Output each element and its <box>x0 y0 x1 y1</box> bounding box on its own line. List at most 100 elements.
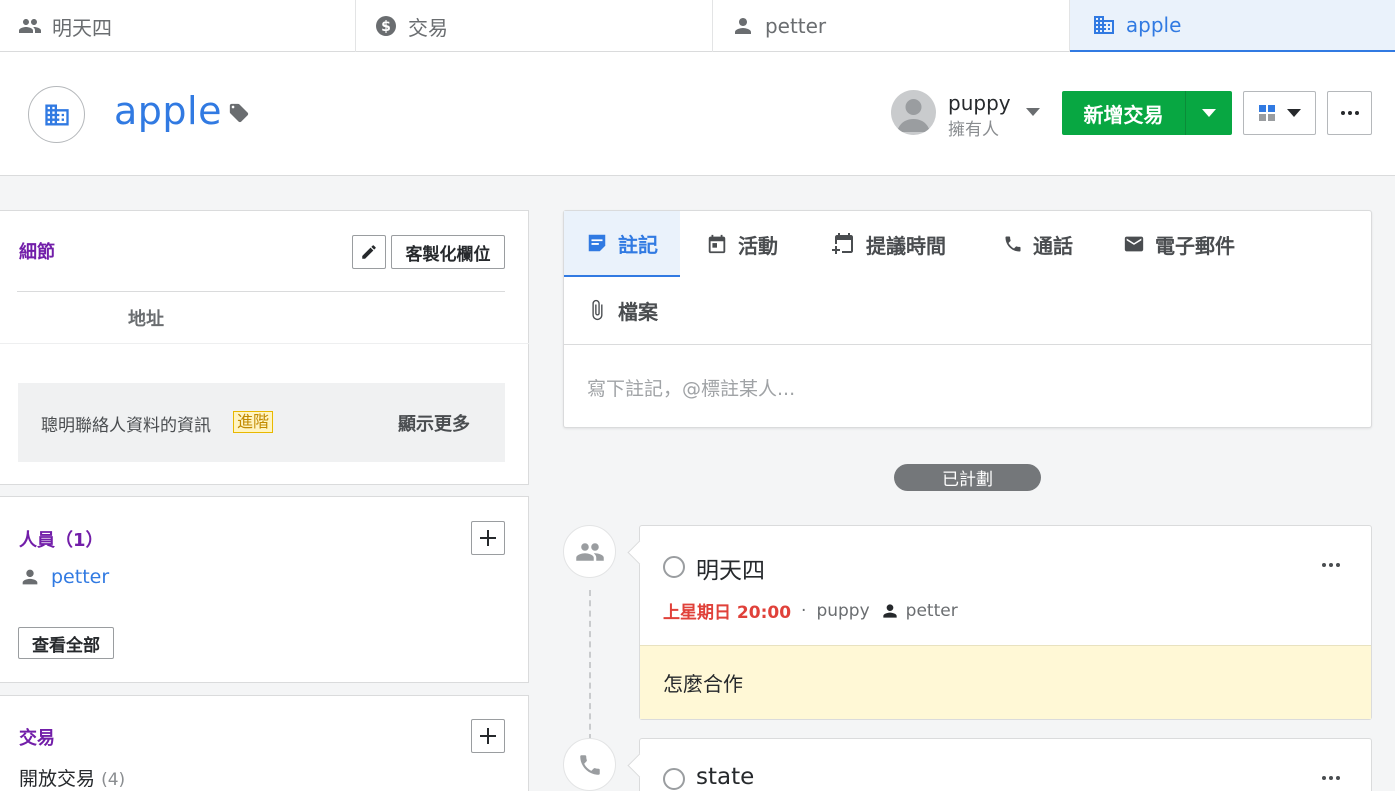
tab-label: petter <box>764 14 827 38</box>
meeting-icon <box>563 525 616 578</box>
owner-name[interactable]: puppy <box>948 91 1011 115</box>
view-switch-button[interactable] <box>1243 91 1316 135</box>
add-deal-split-button: 新增交易 <box>1062 91 1232 135</box>
activity-note[interactable]: 怎麼合作 <box>640 645 1371 719</box>
grid-view-icon <box>1258 105 1275 121</box>
people-icon <box>19 19 41 33</box>
organization-avatar <box>28 86 85 143</box>
tab-activity[interactable]: 活動 <box>706 211 778 277</box>
add-deal-dropdown-button[interactable] <box>1186 91 1232 135</box>
plus-icon <box>480 530 496 546</box>
activity-title[interactable]: state <box>696 764 754 790</box>
building-icon <box>1093 16 1114 34</box>
tab-label: apple <box>1125 13 1182 37</box>
tab-propose-time[interactable]: 提議時間 <box>830 211 946 277</box>
mark-done-checkbox[interactable] <box>663 768 685 790</box>
customize-fields-button[interactable]: 客製化欄位 <box>391 235 505 269</box>
advanced-badge: 進階 <box>233 411 274 433</box>
pencil-icon <box>362 245 376 259</box>
dollar-icon: $ <box>375 16 396 36</box>
chevron-down-icon[interactable] <box>1026 108 1040 116</box>
tab-label: 明天四 <box>52 15 112 40</box>
note-icon <box>588 234 606 252</box>
tab-label: 檔案 <box>618 299 658 324</box>
person-icon <box>734 18 751 34</box>
smart-contact-data-text: 聰明聯絡人資料的資訊 <box>41 416 211 436</box>
details-title[interactable]: 細節 <box>19 238 55 264</box>
more-actions-button[interactable] <box>1327 91 1372 135</box>
building-icon <box>44 104 69 125</box>
activity-card: state <box>639 738 1372 791</box>
tab-label: 註記 <box>618 232 658 257</box>
add-person-button[interactable] <box>471 521 505 555</box>
tab-deal[interactable]: $ 交易 <box>356 0 713 52</box>
owner-role: 擁有人 <box>948 120 999 140</box>
activity-meta: 上星期日 20:00 · puppy petter <box>663 598 958 624</box>
separator-dot: · <box>801 600 807 621</box>
activity-person-name: petter <box>905 600 958 621</box>
organization-header: apple puppy 擁有人 新增交易 <box>0 52 1395 176</box>
tab-call[interactable]: 通話 <box>1003 211 1073 277</box>
record-tab-bar: 明天四 $ 交易 petter apple <box>0 0 1395 52</box>
open-deals-row[interactable]: 開放交易 (4) <box>19 764 125 791</box>
add-deal-button[interactable]: 新增交易 <box>1062 91 1186 135</box>
people-card: 人員（1） petter 查看全部 <box>0 496 529 683</box>
tab-label: 交易 <box>407 15 448 40</box>
activity-title[interactable]: 明天四 <box>696 551 765 585</box>
tab-label: 提議時間 <box>866 233 946 258</box>
tab-email[interactable]: 電子郵件 <box>1123 211 1235 277</box>
tab-person-petter[interactable]: petter <box>713 0 1070 52</box>
open-deals-label: 開放交易 <box>19 768 96 790</box>
activity-composer: 註記 活動 提議時間 通話 電子郵件 檔案 寫下註記，@標註某人... <box>563 210 1372 428</box>
tab-label: 活動 <box>738 233 778 258</box>
activity-due-time: 上星期日 20:00 <box>663 603 792 623</box>
details-card: 細節 客製化欄位 地址 聰明聯絡人資料的資訊 進階 顯示更多 <box>0 210 529 485</box>
owner-avatar[interactable] <box>891 90 936 135</box>
tab-files[interactable]: 檔案 <box>586 277 658 343</box>
phone-icon <box>1005 236 1021 252</box>
tab-organization-apple[interactable]: apple <box>1069 0 1395 52</box>
svg-text:$: $ <box>381 19 391 35</box>
divider <box>0 343 529 344</box>
tab-label: 通話 <box>1033 233 1073 258</box>
phone-icon <box>563 738 616 791</box>
person-name-link[interactable]: petter <box>51 566 109 588</box>
people-title[interactable]: 人員（1） <box>19 526 104 552</box>
paperclip-icon <box>592 299 603 321</box>
tab-label: 電子郵件 <box>1155 233 1235 258</box>
divider <box>17 291 505 292</box>
planned-section-label: 已計劃 <box>894 464 1041 491</box>
calendar-plus-icon <box>832 233 853 254</box>
edit-details-button[interactable] <box>352 235 386 269</box>
more-icon[interactable] <box>1322 563 1340 567</box>
smart-contact-data-box: 聰明聯絡人資料的資訊 進階 顯示更多 <box>18 383 505 462</box>
plus-icon <box>480 728 496 744</box>
mail-icon <box>1124 236 1144 252</box>
open-deals-count: (4) <box>101 770 126 790</box>
timeline-connector <box>589 590 591 740</box>
chevron-down-icon <box>1202 109 1216 117</box>
address-label: 地址 <box>128 309 164 330</box>
chevron-down-icon <box>1286 109 1301 117</box>
person-icon <box>882 603 897 618</box>
add-deal-plus-button[interactable] <box>471 719 505 753</box>
person-list-item[interactable]: petter <box>19 566 109 588</box>
mark-done-checkbox[interactable] <box>663 556 685 578</box>
deals-title[interactable]: 交易 <box>19 724 55 750</box>
tag-icon[interactable] <box>228 102 250 124</box>
tab-activity-mingtiansi[interactable]: 明天四 <box>0 0 356 52</box>
person-icon <box>22 569 38 585</box>
activity-person[interactable]: petter <box>880 601 958 621</box>
activity-owner[interactable]: puppy <box>816 601 869 621</box>
activity-card: 明天四 上星期日 20:00 · puppy petter 怎麼合作 <box>639 525 1372 720</box>
more-icon[interactable] <box>1322 776 1340 780</box>
show-more-link[interactable]: 顯示更多 <box>398 410 470 436</box>
calendar-icon <box>708 234 726 254</box>
note-input[interactable]: 寫下註記，@標註某人... <box>587 374 795 401</box>
more-icon <box>1340 111 1359 115</box>
view-all-button[interactable]: 查看全部 <box>18 627 114 659</box>
page-title[interactable]: apple <box>114 89 222 133</box>
divider <box>564 344 1371 345</box>
deals-card: 交易 開放交易 (4) <box>0 695 529 791</box>
tab-notes[interactable]: 註記 <box>564 211 680 277</box>
